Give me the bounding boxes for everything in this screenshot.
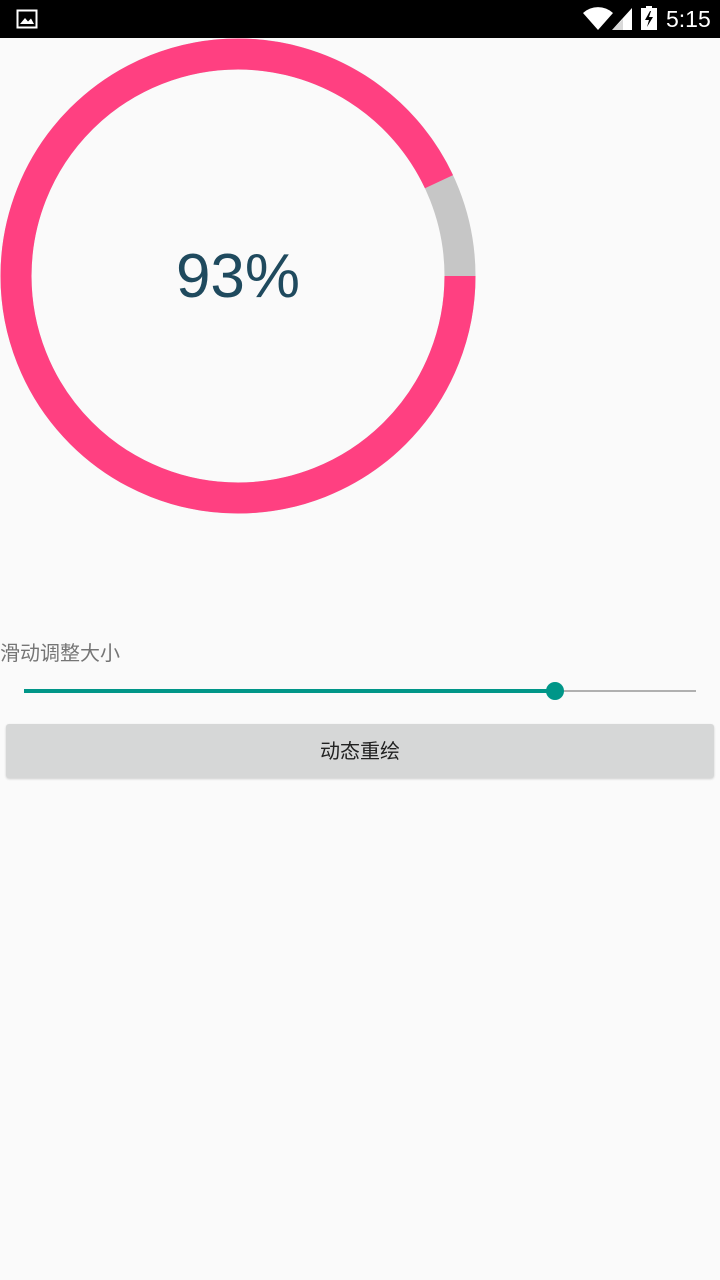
- size-slider[interactable]: [24, 676, 696, 706]
- battery-charging-icon: [641, 6, 657, 30]
- slider-progress-fill: [24, 689, 555, 693]
- progress-percent-label: 93%: [175, 242, 301, 311]
- slider-thumb[interactable]: [545, 682, 564, 700]
- circular-progress: 93%: [0, 38, 476, 514]
- redraw-button[interactable]: 动态重绘: [6, 724, 714, 778]
- signal-icon: [612, 8, 632, 30]
- status-clock: 5:15: [666, 6, 711, 32]
- slider-caption: 滑动调整大小: [0, 641, 120, 665]
- gallery-icon: [16, 9, 38, 29]
- status-bar: 5:15: [0, 0, 720, 38]
